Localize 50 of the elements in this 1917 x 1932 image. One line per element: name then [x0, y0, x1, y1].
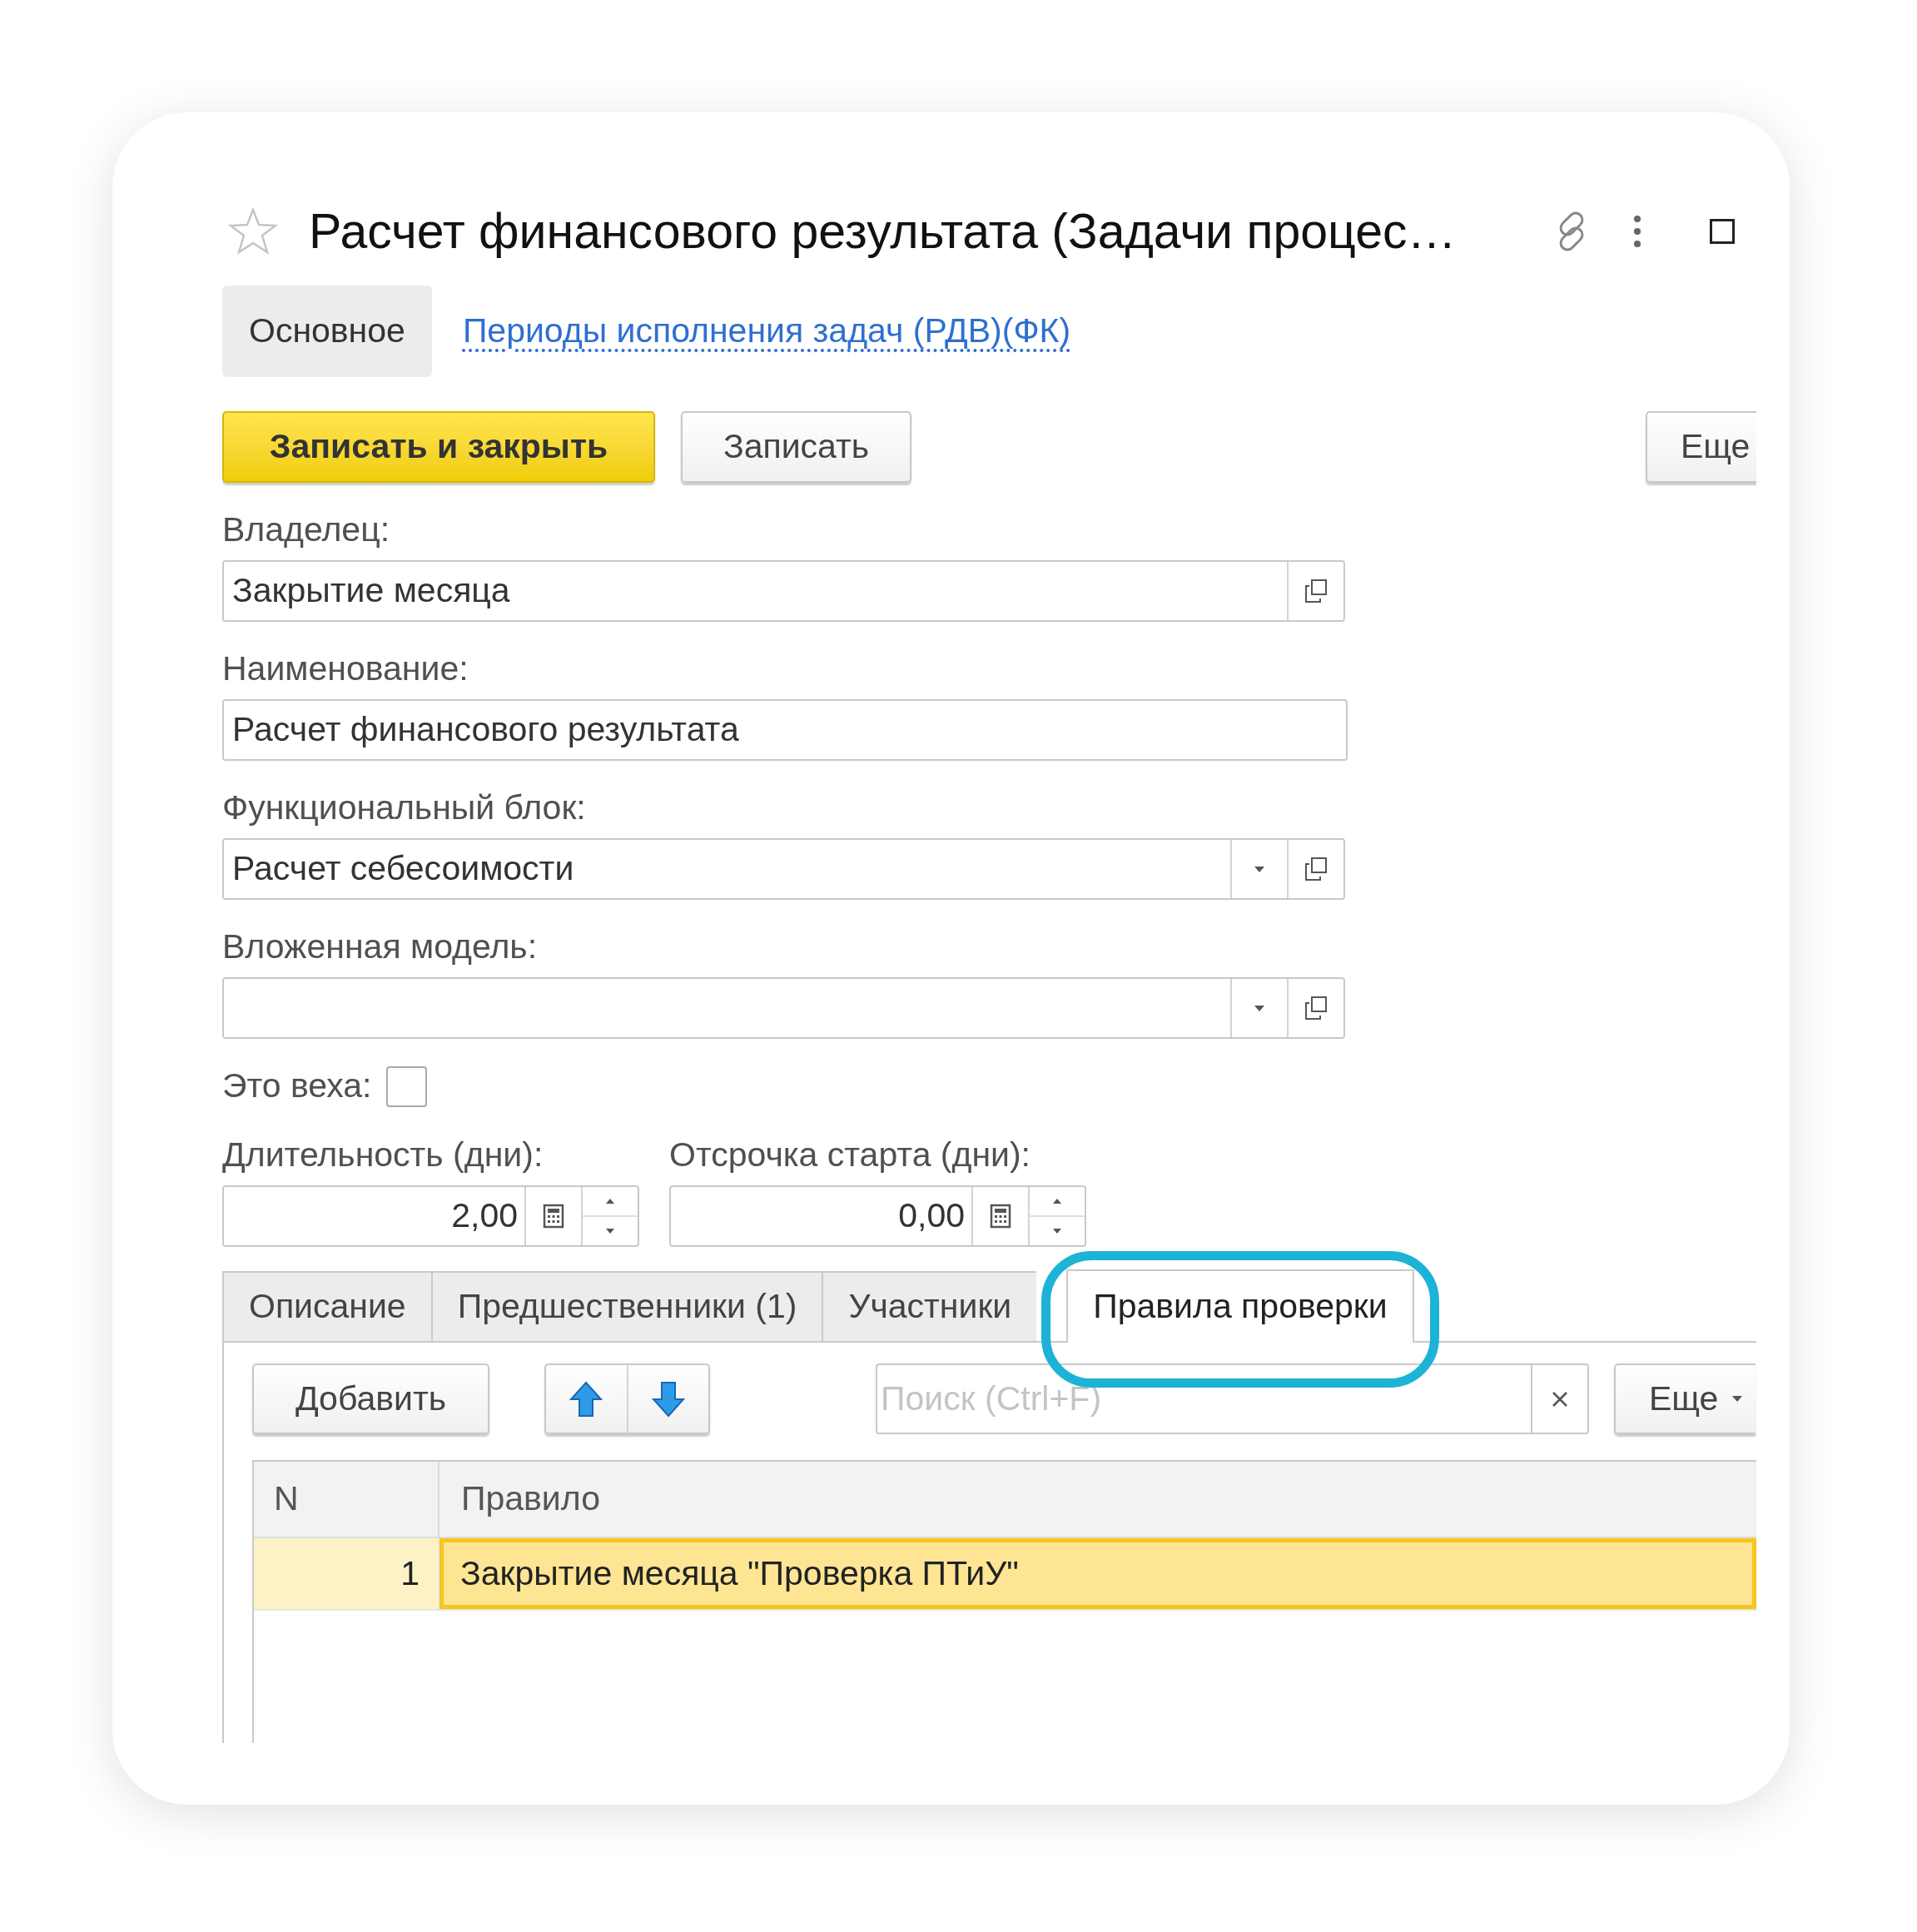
maximize-icon — [1710, 219, 1735, 244]
table-row[interactable]: 1 Закрытие месяца "Проверка ПТиУ" — [254, 1538, 1756, 1611]
number-field[interactable]: 0,00 — [669, 1185, 1086, 1247]
copy-icon — [1304, 579, 1328, 603]
input-field[interactable] — [222, 977, 1345, 1039]
number-field[interactable]: 2,00 — [222, 1185, 639, 1247]
checkbox-label: Это веха: — [222, 1065, 372, 1107]
field-label: Отсрочка старта (дни): — [669, 1135, 1031, 1175]
nav-tab[interactable]: Периоды исполнения задач (РДВ)(ФК) — [462, 286, 1071, 377]
search-field[interactable]: Поиск (Ctrl+F) — [876, 1363, 1531, 1434]
close-icon — [1552, 1390, 1568, 1408]
star-icon — [228, 207, 278, 256]
column-header: Правило — [460, 1478, 601, 1520]
window-title: Расчет финансового результата (Задачи процес… — [309, 206, 1457, 256]
up-icon — [1053, 1199, 1061, 1204]
copy-icon — [1304, 996, 1328, 1021]
save-button[interactable]: Записать — [681, 411, 911, 483]
nav-tab[interactable]: Основное — [222, 286, 432, 377]
tab[interactable]: Правила проверки — [1066, 1269, 1414, 1343]
table-cell: Закрытие месяца "Проверка ПТиУ" — [440, 1538, 1756, 1609]
tab[interactable]: Участники — [822, 1271, 1037, 1341]
input-field[interactable]: Расчет себесоимости — [222, 838, 1345, 900]
input-field[interactable]: Закрытие месяца — [222, 560, 1345, 622]
tab[interactable]: Описание — [222, 1271, 431, 1341]
more-icon — [1633, 215, 1641, 248]
field-label: Функциональный блок: — [222, 787, 587, 828]
down-icon — [606, 1229, 614, 1234]
copy-icon — [1304, 857, 1328, 882]
caret-down-icon — [1731, 1395, 1744, 1403]
field-label: Вложенная модель: — [222, 926, 539, 967]
tab[interactable]: Предшественники (1) — [430, 1271, 822, 1341]
add-button[interactable]: Добавить — [252, 1363, 489, 1434]
milestone-checkbox[interactable] — [386, 1065, 428, 1107]
arrow-down-icon — [651, 1380, 685, 1418]
calculator-icon — [990, 1204, 1011, 1229]
caret-down-icon — [1254, 1004, 1265, 1012]
more-button[interactable]: Еще — [1646, 411, 1756, 483]
table-cell: 1 — [254, 1538, 440, 1609]
down-icon — [1053, 1229, 1061, 1234]
field-label: Наименование: — [222, 648, 469, 689]
field-label: Владелец: — [222, 509, 391, 550]
caret-down-icon — [1254, 865, 1265, 873]
save-and-close-button[interactable]: Записать и закрыть — [222, 411, 655, 483]
calculator-icon — [543, 1204, 564, 1229]
arrow-up-icon — [569, 1380, 603, 1418]
input-field[interactable]: Расчет финансового результата — [222, 699, 1348, 761]
more-button[interactable]: Еще — [1614, 1363, 1756, 1434]
column-header: N — [254, 1462, 440, 1537]
field-label: Длительность (дни): — [222, 1135, 544, 1175]
up-icon — [606, 1199, 614, 1204]
